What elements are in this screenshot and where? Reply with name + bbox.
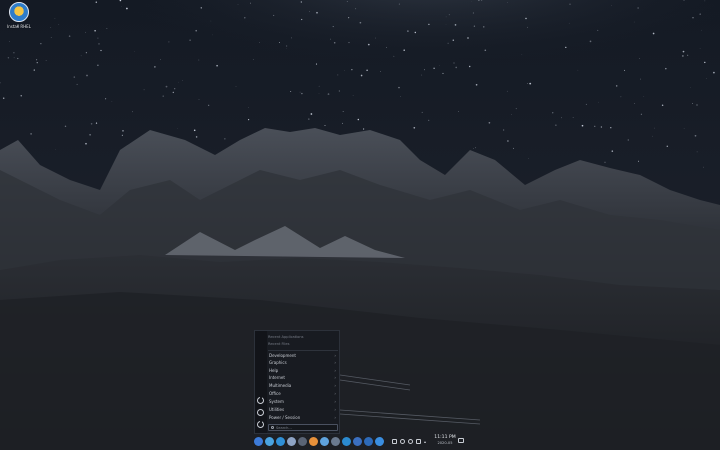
start-menu-sidebar (255, 331, 267, 433)
category-label: Help (269, 368, 279, 373)
category-label: Internet (269, 375, 285, 380)
tray-expand-icon[interactable]: ▴ (424, 439, 426, 444)
recent-files-item[interactable]: Recent Files (268, 342, 338, 346)
chevron-right-icon: › (334, 391, 336, 396)
recent-applications-item[interactable]: Recent Applications (268, 335, 338, 339)
category-label: Development (269, 353, 296, 358)
terminal-icon[interactable] (298, 436, 307, 446)
installer-icon (9, 2, 29, 22)
desktop-wallpaper (0, 0, 720, 450)
menu-category-system[interactable]: System › (269, 398, 337, 405)
dolphin-icon[interactable] (364, 436, 373, 446)
menu-category-office[interactable]: Office › (269, 390, 337, 397)
system-icon[interactable] (257, 397, 264, 404)
notifications-icon[interactable] (416, 439, 421, 444)
chevron-right-icon: › (334, 407, 336, 412)
refresh-icon[interactable] (257, 409, 264, 416)
menu-category-help[interactable]: Help › (269, 367, 337, 374)
start-menu: Recent Applications Recent Files Develop… (254, 330, 340, 434)
spectacle-icon[interactable] (331, 436, 340, 446)
menu-category-utilities[interactable]: Utilities › (269, 406, 337, 413)
clipboard-icon[interactable] (392, 439, 397, 444)
calculator-icon[interactable] (342, 436, 351, 446)
desktop-icon-install[interactable]: Install RHEL (4, 2, 34, 32)
system-monitor-icon[interactable] (353, 436, 362, 446)
firefox-icon[interactable] (309, 436, 318, 446)
menu-divider (268, 350, 338, 351)
system-tray: ▴ (392, 437, 426, 446)
file-manager-icon[interactable] (265, 436, 274, 446)
category-label: System (269, 399, 284, 404)
chevron-right-icon: › (334, 399, 336, 404)
menu-category-internet[interactable]: Internet › (269, 374, 337, 381)
desktop-icon-label: Install RHEL (7, 24, 31, 29)
volume-icon[interactable] (400, 439, 405, 444)
chevron-right-icon: › (334, 368, 336, 373)
network-icon[interactable] (408, 439, 413, 444)
menu-search-field[interactable]: Search... (268, 424, 338, 431)
chevron-right-icon: › (334, 383, 336, 388)
clock-time: 11:11 PM (434, 435, 456, 440)
search-placeholder: Search... (276, 425, 292, 430)
search-icon (271, 426, 274, 429)
menu-category-graphics[interactable]: Graphics › (269, 359, 337, 366)
chevron-right-icon: › (334, 415, 336, 420)
category-label: Utilities (269, 407, 285, 412)
category-label: Power / Session (269, 415, 301, 420)
help-icon[interactable] (375, 436, 384, 446)
category-label: Graphics (269, 360, 287, 365)
chevron-right-icon: › (334, 360, 336, 365)
category-label: Multimedia (269, 383, 292, 388)
settings-icon[interactable] (287, 436, 296, 446)
discover-icon[interactable] (276, 436, 285, 446)
clock[interactable]: 11:11 PM 2020-05 (433, 435, 457, 445)
start-menu-icon[interactable] (254, 436, 263, 446)
chevron-right-icon: › (334, 353, 336, 358)
show-desktop-icon[interactable] (458, 438, 464, 443)
power-icon[interactable] (257, 421, 264, 428)
chevron-right-icon: › (334, 375, 336, 380)
kate-icon[interactable] (320, 436, 329, 446)
clock-date: 2020-05 (437, 440, 453, 445)
menu-category-development[interactable]: Development › (269, 352, 337, 359)
menu-category-power-session[interactable]: Power / Session › (269, 414, 337, 421)
category-label: Office (269, 391, 281, 396)
menu-category-multimedia[interactable]: Multimedia › (269, 382, 337, 389)
